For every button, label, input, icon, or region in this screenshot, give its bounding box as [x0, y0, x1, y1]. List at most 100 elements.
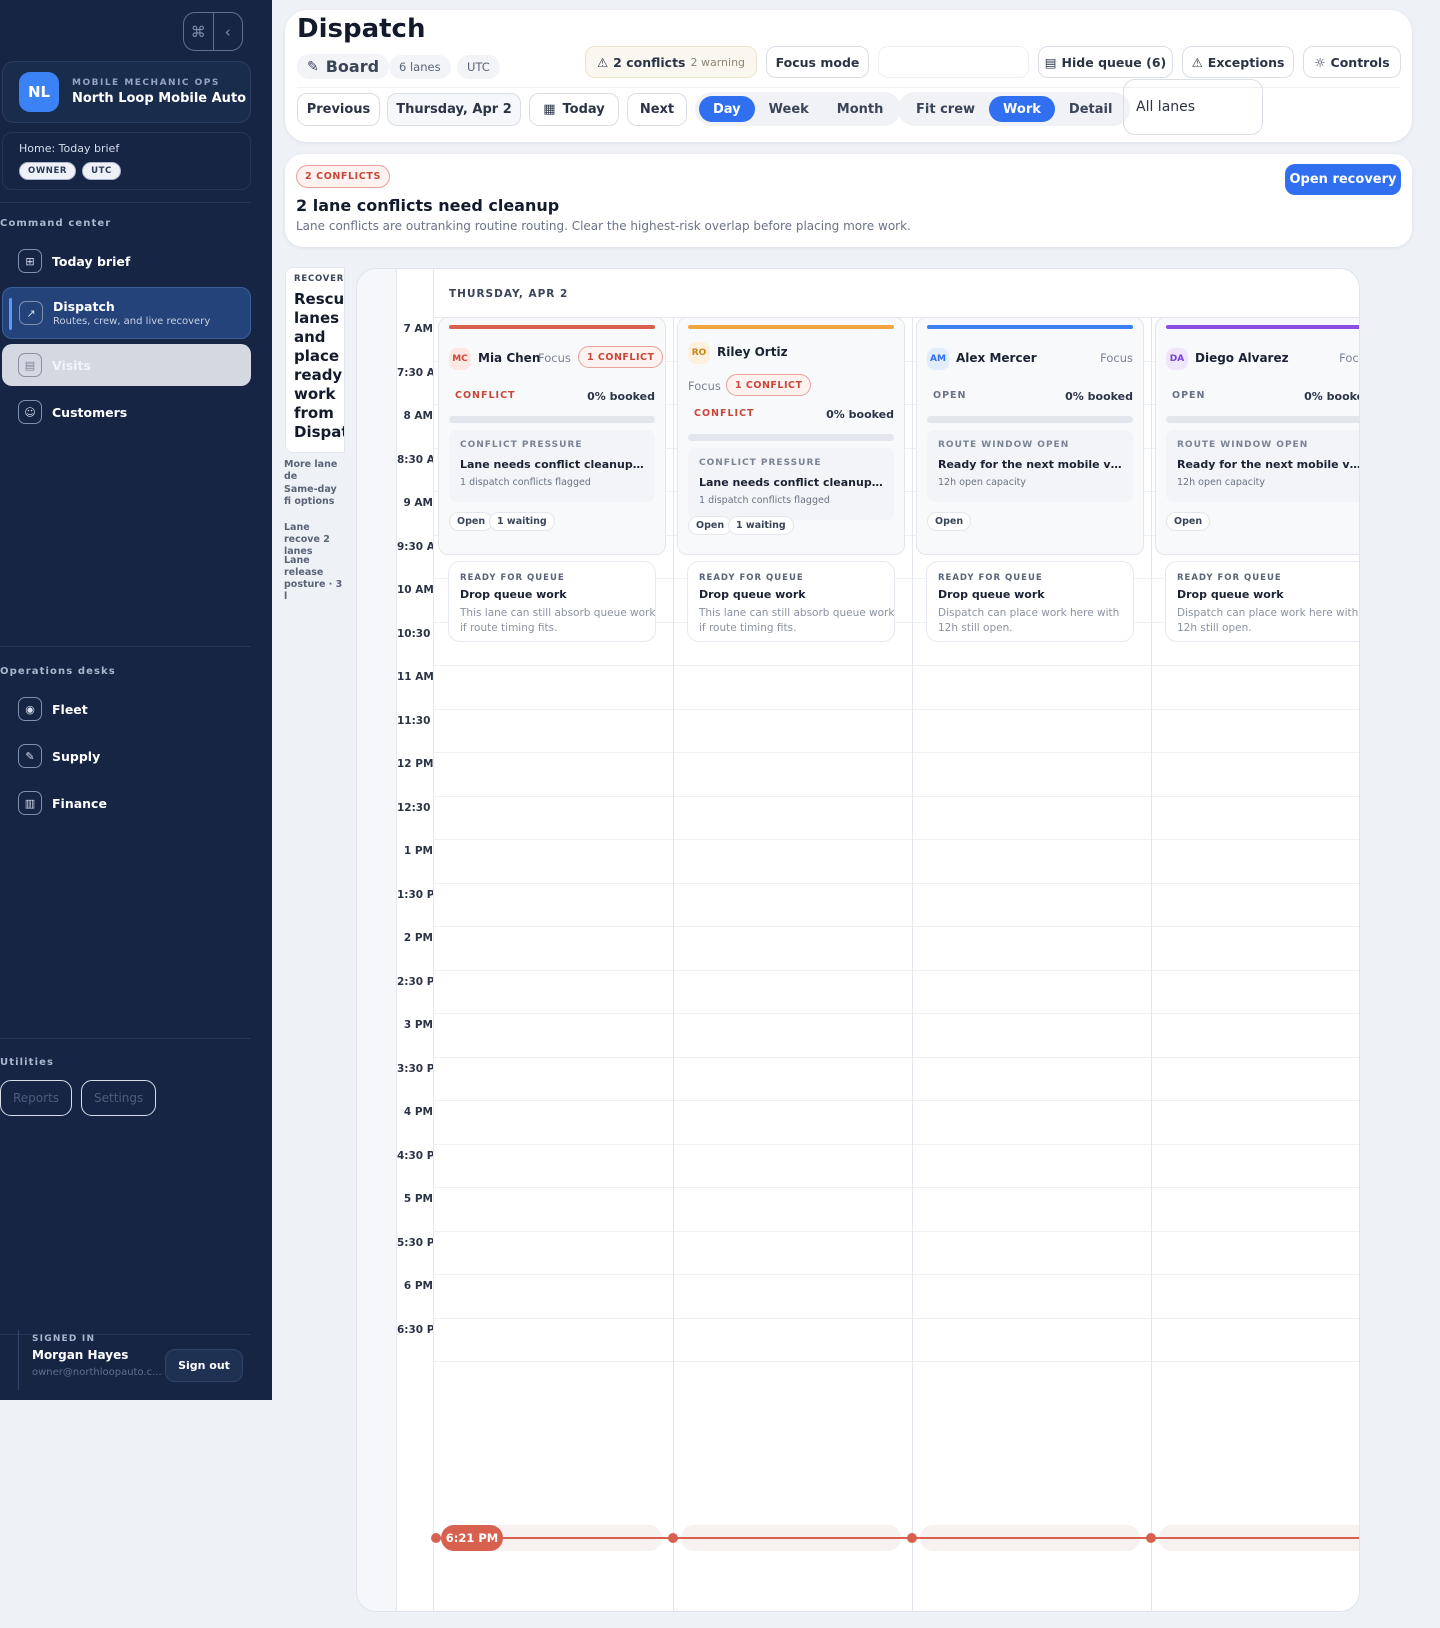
- recovery-item[interactable]: Lane recove 2 lanes: [284, 522, 344, 558]
- nav-customers[interactable]: ☺ Customers: [2, 391, 251, 433]
- hour-gridline: [434, 1143, 1359, 1145]
- booking-progress: [449, 416, 655, 423]
- recovery-item[interactable]: Same-day fi options: [284, 484, 344, 508]
- lane-focus-button[interactable]: Focus: [688, 379, 721, 393]
- queue-drop-card[interactable]: READY FOR QUEUE Drop queue work This lane …: [687, 561, 895, 642]
- alert-icon: ⚠: [1191, 54, 1203, 70]
- signed-in-label: SIGNED IN: [32, 1334, 96, 1344]
- controls-label: Controls: [1330, 54, 1390, 70]
- booking-progress: [927, 416, 1133, 423]
- queue-drop-card[interactable]: READY FOR QUEUE Drop queue work This lane …: [448, 561, 656, 642]
- pressure-title: Lane needs conflict cleanup before...: [460, 458, 644, 471]
- booking-progress: [688, 434, 894, 441]
- range-day[interactable]: Day: [699, 96, 755, 122]
- receipt-icon: ▥: [18, 791, 42, 815]
- controls-button[interactable]: ☼ Controls: [1303, 46, 1401, 78]
- lane-focus-button[interactable]: Focus: [1339, 351, 1359, 365]
- queue-description: Dispatch can place work here with 12h st…: [938, 607, 1120, 634]
- today-button[interactable]: ▦ Today: [529, 93, 619, 126]
- lane-status-chip: Open: [1166, 512, 1211, 531]
- recovery-item[interactable]: More lane de: [284, 459, 344, 483]
- home-title: Home: Today brief: [19, 142, 120, 155]
- collapse-icon[interactable]: ‹: [214, 13, 243, 50]
- focus-mode-button[interactable]: Focus mode: [766, 46, 869, 78]
- pressure-title: Lane needs conflict cleanup before...: [699, 476, 883, 489]
- range-month[interactable]: Month: [823, 96, 898, 122]
- sign-out-button[interactable]: Sign out: [165, 1349, 243, 1382]
- nav-today-brief[interactable]: ⊞ Today brief: [2, 240, 251, 282]
- reports-button[interactable]: Reports: [0, 1080, 73, 1116]
- hide-queue-button[interactable]: ▤ Hide queue (6): [1038, 46, 1173, 78]
- recovery-item[interactable]: Lane release posture · 3 l: [284, 555, 344, 603]
- lane-avatar: DA: [1166, 348, 1188, 370]
- today-label: Today: [562, 102, 605, 117]
- open-recovery-button[interactable]: Open recovery: [1285, 164, 1401, 195]
- route-icon: ↗: [19, 301, 43, 325]
- conflicts-button[interactable]: ⚠ 2 conflicts 2 warning: [585, 46, 757, 78]
- command-icon[interactable]: ⌘: [184, 13, 214, 50]
- lane-divider: [673, 317, 674, 1611]
- lanes-select[interactable]: All lanes: [1123, 79, 1263, 135]
- nav-finance[interactable]: ▥ Finance: [2, 782, 251, 824]
- hour-gridline: [434, 1361, 1359, 1362]
- range-week[interactable]: Week: [755, 96, 823, 122]
- nav-label: Visits: [52, 357, 91, 373]
- lane-divider: [912, 317, 913, 1611]
- lane-card[interactable]: AM Alex Mercer Focus OPEN 0% booked ROUTE WIN…: [916, 317, 1144, 555]
- time-label: 5 PM: [403, 1193, 433, 1205]
- queue-description: This lane can still absorb queue work if…: [460, 607, 656, 634]
- org-switcher[interactable]: NL MOBILE MECHANIC OPS North Loop Mobile…: [2, 61, 251, 123]
- time-label: 10:30 AM: [397, 627, 433, 640]
- home-card[interactable]: Home: Today brief OWNER UTC: [2, 132, 251, 190]
- nav-dispatch[interactable]: ↗ Dispatch Routes, crew, and live recove…: [2, 287, 251, 339]
- lane-booked: 0% booked: [1304, 390, 1359, 403]
- queue-kicker: READY FOR QUEUE: [699, 573, 804, 583]
- queue-drop-card[interactable]: READY FOR QUEUE Drop queue work Dispatch c…: [926, 561, 1134, 642]
- timezone-chip: UTC: [457, 55, 500, 79]
- time-label: 9 AM: [403, 497, 433, 509]
- hour-gridline: [434, 1013, 1359, 1014]
- view-detail[interactable]: Detail: [1055, 96, 1127, 122]
- lane-card[interactable]: MC Mia Chen Focus 1 CONFLICT CONFLICT 0% book…: [438, 317, 666, 555]
- role-pill: OWNER: [19, 162, 77, 180]
- hour-gridline: [434, 1317, 1359, 1319]
- queue-description: This lane can still absorb queue work if…: [699, 607, 895, 634]
- lane-avatar: MC: [449, 348, 471, 370]
- lane-card[interactable]: DA Diego Alvarez Focus OPEN 0% booked ROUTE W…: [1155, 317, 1359, 555]
- nav-supply[interactable]: ✎ Supply: [2, 735, 251, 777]
- lane-pressure-card: CONFLICT PRESSURE Lane needs conflict cle…: [449, 430, 655, 502]
- time-column: 7 AM 7:30 AM 8 AM 8:30 AM 9 AM 9:30 AM 10 AM 10…: [397, 269, 434, 1611]
- org-kicker: MOBILE MECHANIC OPS: [72, 78, 220, 88]
- pressure-subtitle: 12h open capacity: [938, 477, 1026, 488]
- lane-focus-button[interactable]: Focus: [538, 351, 571, 365]
- date-display[interactable]: Thursday, Apr 2: [387, 93, 521, 126]
- lane-pressure-card: ROUTE WINDOW OPEN Ready for the next mobi…: [1166, 430, 1359, 502]
- hour-gridline: [434, 665, 1359, 666]
- settings-button[interactable]: Settings: [81, 1080, 157, 1116]
- previous-button[interactable]: Previous: [297, 93, 380, 126]
- view-fit-crew[interactable]: Fit crew: [902, 96, 989, 122]
- board-chip[interactable]: ✎ Board: [297, 54, 390, 79]
- pressure-kicker: CONFLICT PRESSURE: [460, 440, 583, 450]
- lane-pressure-card: ROUTE WINDOW OPEN Ready for the next mobi…: [927, 430, 1133, 502]
- org-logo: NL: [19, 72, 59, 112]
- lane-focus-button[interactable]: Focus: [1100, 351, 1133, 365]
- lane-card[interactable]: RO Riley Ortiz Focus 1 CONFLICT CONFLICT 0% b…: [677, 317, 905, 555]
- nav-fleet[interactable]: ◉ Fleet: [2, 688, 251, 730]
- lane-avatar: AM: [927, 348, 949, 370]
- exceptions-button[interactable]: ⚠ Exceptions: [1182, 46, 1294, 78]
- warning-count: 2 warning: [690, 55, 746, 69]
- lane-divider: [1151, 317, 1152, 1611]
- pressure-subtitle: 12h open capacity: [1177, 477, 1265, 488]
- recovery-kicker: RECOVERY: [294, 274, 345, 284]
- queue-drop-card[interactable]: READY FOR QUEUE Drop queue work Dispatch c…: [1165, 561, 1359, 642]
- next-button[interactable]: Next: [627, 93, 687, 126]
- nav-visits[interactable]: ▤ Visits: [2, 344, 251, 386]
- view-work[interactable]: Work: [989, 96, 1055, 122]
- view-toggle: Fit crew Work Detail: [898, 92, 1131, 126]
- pressure-subtitle: 1 dispatch conflicts flagged: [699, 495, 830, 506]
- time-label: 8:30 AM: [397, 453, 433, 466]
- nav-label: Today brief: [52, 253, 131, 269]
- conflicts-badge: 2 CONFLICTS: [296, 165, 390, 188]
- time-label: 6:30 PM: [397, 1323, 433, 1336]
